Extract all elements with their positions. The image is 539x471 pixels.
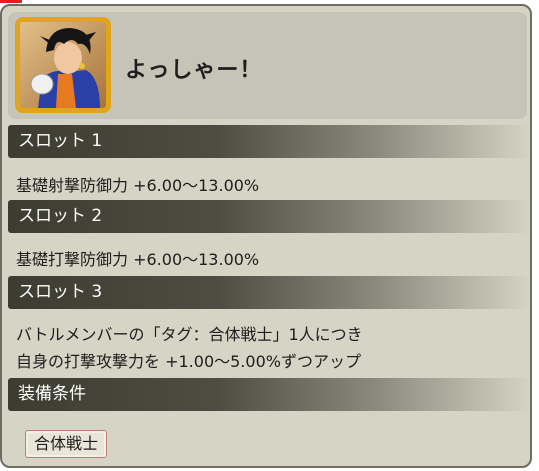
slot-3-effect-line-2: 自身の打撃攻撃力を +1.00〜5.00%ずつアップ xyxy=(16,352,361,371)
slot-2-effect: 基礎打撃防御力 +6.00〜13.00% xyxy=(16,250,260,269)
slot-1-header: スロット 1 xyxy=(8,125,530,158)
character-portrait-icon xyxy=(15,17,111,113)
memory-detail-panel: よっしゃー！ スロット 1 基礎射撃防御力 +6.00〜13.00% スロット … xyxy=(0,4,532,468)
slot-1-effect: 基礎射撃防御力 +6.00〜13.00% xyxy=(16,176,260,195)
panel-header: よっしゃー！ xyxy=(8,12,527,119)
equip-conditions-header: 装備条件 xyxy=(8,378,530,411)
slot-3-effect-line-1: バトルメンバーの「タグ：合体戦士」1人につき xyxy=(16,325,363,344)
page-title: よっしゃー！ xyxy=(125,58,263,83)
slot-3-header: スロット 3 xyxy=(8,276,530,309)
slot-2-header: スロット 2 xyxy=(8,200,530,233)
equip-condition-tag[interactable]: 合体戦士 xyxy=(25,430,108,458)
top-red-marker xyxy=(0,0,22,3)
character-portrait-art xyxy=(20,22,106,108)
